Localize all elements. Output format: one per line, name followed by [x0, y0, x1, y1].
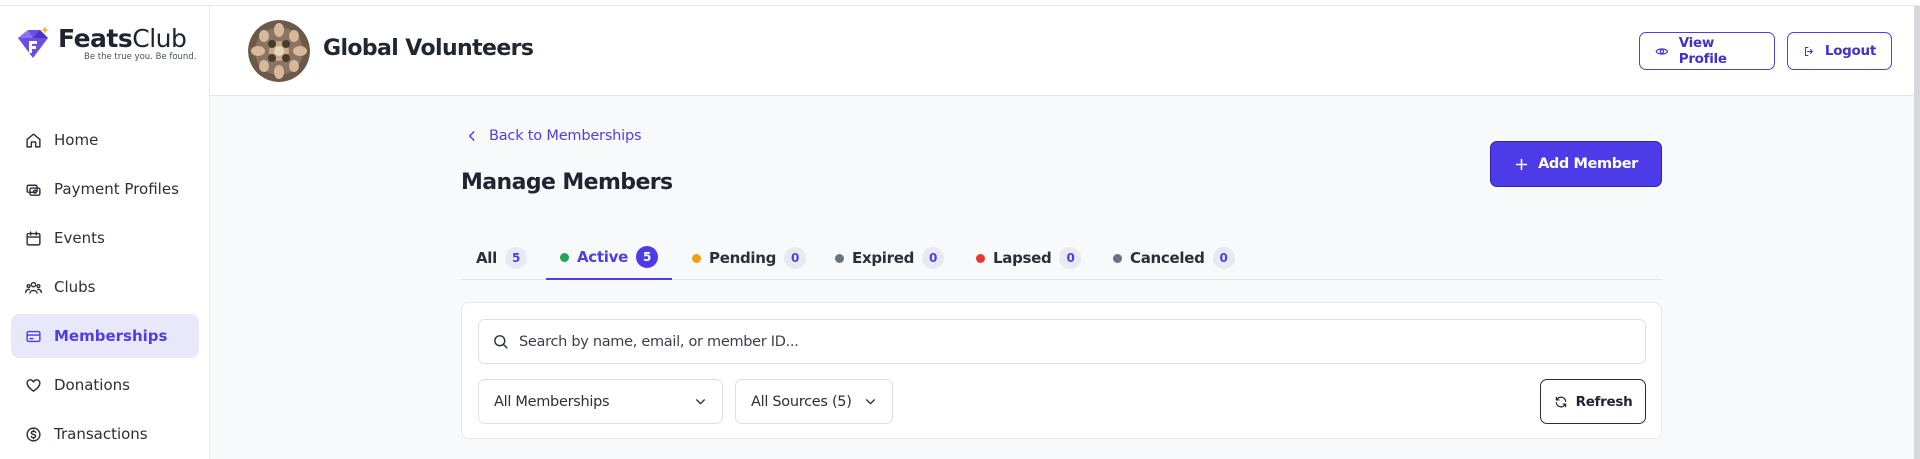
sidebar-item-label: Home: [54, 131, 99, 149]
logout-button[interactable]: Logout: [1787, 32, 1892, 70]
eye-icon: [1655, 47, 1669, 55]
tab-pending[interactable]: Pending 0: [692, 236, 807, 280]
status-dot-red: [976, 253, 985, 263]
tab-canceled[interactable]: Canceled 0: [1113, 236, 1235, 280]
sidebar-nav: Home Payment Profiles Events Clubs Membe…: [11, 118, 199, 459]
search-icon: [494, 335, 508, 349]
tab-all[interactable]: All 5: [476, 236, 539, 280]
chevron-down-icon: [866, 399, 875, 405]
tab-count-badge: 5: [505, 247, 527, 269]
status-dot-orange: [692, 253, 701, 263]
membership-filter-select[interactable]: All Memberships: [478, 379, 723, 424]
refresh-icon: [1555, 396, 1566, 407]
logo-icon: [18, 26, 49, 58]
sidebar-item-donations[interactable]: Donations: [11, 363, 199, 407]
search-input[interactable]: [519, 333, 1619, 350]
add-member-button[interactable]: Add Member: [1490, 141, 1662, 187]
sidebar-item-memberships[interactable]: Memberships: [11, 314, 199, 358]
sidebar-item-home[interactable]: Home: [11, 118, 199, 162]
users-icon: [25, 281, 42, 294]
refresh-button[interactable]: Refresh: [1540, 379, 1646, 424]
page-scrollbar[interactable]: [1914, 6, 1920, 459]
org-name: Global Volunteers: [323, 36, 534, 61]
membership-filter-value: All Memberships: [494, 393, 610, 410]
org-avatar[interactable]: [248, 20, 310, 82]
heart-icon: [26, 378, 41, 392]
sidebar-item-events[interactable]: Events: [11, 216, 199, 260]
top-header: Global Volunteers View Profile Logout: [210, 6, 1914, 96]
sidebar-item-transactions[interactable]: Transactions: [11, 412, 199, 456]
tab-label: Expired: [852, 249, 915, 267]
filter-panel: All Memberships All Sources (5) Refresh: [461, 302, 1662, 439]
sidebar-item-label: Payment Profiles: [54, 180, 179, 198]
payment-icon: [26, 184, 41, 196]
org-avatar-image: [248, 20, 310, 82]
tab-label: Active: [577, 248, 628, 266]
add-member-label: Add Member: [1538, 156, 1638, 172]
home-icon: [26, 132, 41, 148]
brand-tagline: Be the true you. Be found.: [84, 52, 197, 62]
dollar-circle-icon: [26, 426, 41, 442]
tab-active[interactable]: Active 5: [546, 236, 672, 280]
refresh-label: Refresh: [1575, 393, 1633, 410]
tab-count-badge: 5: [635, 246, 658, 268]
tab-lapsed[interactable]: Lapsed 0: [976, 236, 1082, 280]
status-tabs: All 5 Active 5 Pending 0 Expired 0 Lapse…: [461, 236, 1662, 280]
page-title: Manage Members: [461, 170, 673, 195]
sidebar-item-label: Transactions: [54, 425, 148, 443]
sidebar-item-clubs[interactable]: Clubs: [11, 265, 199, 309]
tab-count-badge: 0: [1059, 247, 1082, 269]
plus-icon: [1515, 158, 1528, 170]
sidebar-item-label: Memberships: [54, 327, 168, 345]
tab-label: Pending: [709, 249, 777, 267]
source-filter-value: All Sources (5): [751, 393, 852, 410]
tab-label: Lapsed: [993, 249, 1052, 267]
chevron-left-icon: [468, 131, 475, 141]
status-dot-gray: [835, 253, 844, 263]
tab-expired[interactable]: Expired 0: [835, 236, 945, 280]
sidebar-item-label: Events: [54, 229, 105, 247]
sidebar-item-label: Donations: [54, 376, 130, 394]
tab-count-badge: 0: [784, 247, 807, 269]
brand-name: FeatsClub: [58, 24, 187, 53]
tab-label: Canceled: [1130, 249, 1205, 267]
status-dot-gray: [1113, 253, 1122, 263]
view-profile-button[interactable]: View Profile: [1639, 32, 1775, 70]
tab-count-badge: 0: [1212, 247, 1235, 269]
brand-logo[interactable]: FeatsClub Be the true you. Be found.: [14, 24, 196, 64]
chevron-down-icon: [696, 399, 705, 405]
view-profile-label: View Profile: [1678, 35, 1727, 67]
membership-card-icon: [26, 330, 41, 342]
calendar-icon: [26, 230, 41, 246]
back-link-label: Back to Memberships: [489, 128, 642, 144]
search-field[interactable]: [478, 319, 1646, 364]
tab-label: All: [476, 249, 497, 267]
sidebar: FeatsClub Be the true you. Be found. Hom…: [0, 6, 210, 459]
sidebar-item-payment-profiles[interactable]: Payment Profiles: [11, 167, 199, 211]
logout-icon: [1804, 46, 1813, 56]
source-filter-select[interactable]: All Sources (5): [735, 379, 893, 424]
logout-label: Logout: [1824, 43, 1876, 59]
tab-count-badge: 0: [922, 247, 945, 269]
back-to-memberships-link[interactable]: Back to Memberships: [465, 128, 642, 144]
status-dot-green: [560, 252, 569, 262]
sidebar-item-label: Clubs: [54, 278, 96, 296]
